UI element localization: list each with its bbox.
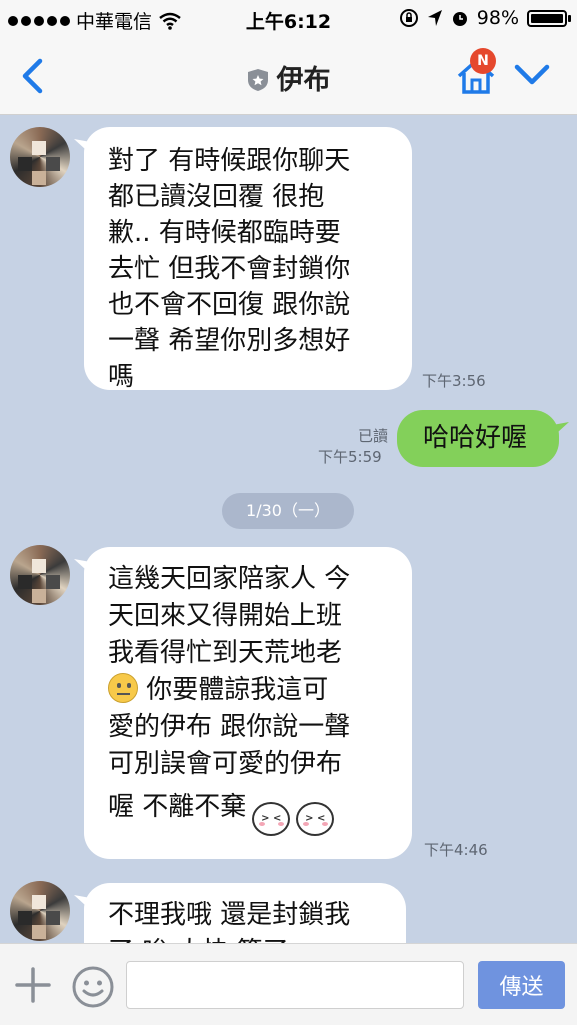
incoming-message[interactable]: 這幾天回家陪家人 今 天回來又得開始上班 我看得忙到天荒地老 你要體諒我這可 愛… — [84, 547, 412, 859]
squint-face-icon: > < — [252, 802, 291, 836]
message-line: 天回來又得開始上班 — [108, 601, 343, 631]
message-line: 不理我哦 還是封鎖我 — [108, 900, 351, 930]
message-line: 可別誤會可愛的伊布 — [108, 749, 343, 779]
message-line: 喔 不離不棄 — [108, 792, 247, 822]
notification-badge: N — [470, 48, 496, 74]
battery-percent: 98% — [476, 7, 519, 29]
send-button[interactable]: 傳送 — [478, 961, 565, 1009]
emoji-neutral-icon — [108, 673, 138, 703]
message-input[interactable] — [126, 961, 464, 1009]
battery-icon — [527, 9, 571, 27]
message-line: 你要體諒我這可 — [146, 675, 329, 705]
incoming-message[interactable]: 對了 有時候跟你聊天 都已讀沒回覆 很抱 歉.. 有時候都臨時要 去忙 但我不會… — [84, 127, 412, 392]
squint-face-icon: > < — [296, 802, 335, 836]
status-bar: 中華電信 上午6:12 98% — [0, 0, 577, 36]
avatar[interactable] — [10, 127, 70, 187]
location-icon — [427, 10, 442, 26]
chat-area[interactable]: 對了 有時候跟你聊天 都已讀沒回覆 很抱 歉.. 有時候都臨時要 去忙 但我不會… — [0, 115, 577, 943]
plus-icon[interactable] — [14, 966, 52, 1004]
message-line: 了 唉 大快 算了 — [108, 934, 384, 943]
avatar[interactable] — [10, 545, 70, 605]
message-time: 下午5:59 — [318, 448, 382, 466]
incoming-message[interactable]: 不理我哦 還是封鎖我 了 唉 大快 算了 — [84, 883, 406, 943]
chat-title-text: 伊布 — [276, 65, 331, 96]
emoji-icon[interactable] — [71, 965, 115, 1009]
shield-icon — [247, 69, 268, 91]
message-line: 我看得忙到天荒地老 — [108, 638, 343, 668]
status-right: 98% — [399, 7, 571, 29]
input-bar: 傳送 — [0, 943, 577, 1025]
message-line: 這幾天回家陪家人 今 — [108, 564, 351, 594]
message-line: 愛的伊布 跟你說一聲 — [108, 712, 351, 742]
avatar[interactable] — [10, 881, 70, 941]
read-receipt: 已讀 — [357, 427, 388, 445]
message-time: 下午3:56 — [422, 372, 486, 390]
alarm-icon — [452, 12, 467, 26]
message-time: 下午4:46 — [424, 841, 488, 859]
rotation-lock-icon — [399, 9, 418, 27]
nav-bar: 伊布 N — [0, 36, 577, 115]
outgoing-message[interactable]: 哈哈好喔 — [397, 410, 559, 467]
chevron-down-icon[interactable] — [514, 64, 550, 86]
date-separator: 1/30（一） — [222, 493, 354, 529]
